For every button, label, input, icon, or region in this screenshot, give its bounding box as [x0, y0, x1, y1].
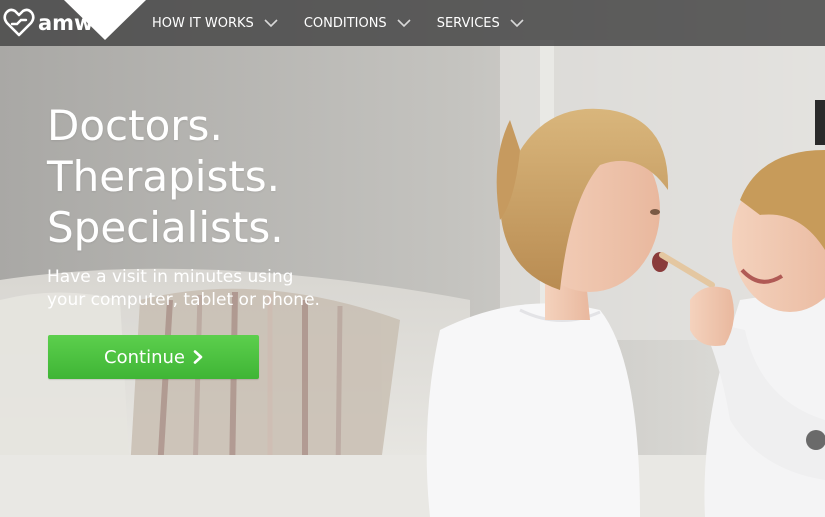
headline-line-specialists: Specialists. [47, 203, 284, 252]
continue-button-label: Continue [104, 346, 185, 368]
nav-item-label: SERVICES [436, 15, 500, 31]
hero-background [0, 0, 825, 517]
chevron-right-icon [193, 350, 203, 364]
continue-button[interactable]: Continue [48, 335, 259, 379]
hero-headline: Doctors. Therapists. Specialists. [47, 100, 284, 253]
chevron-down-icon [264, 18, 278, 27]
main-nav: HOW IT WORKS CONDITIONS SERVICES [152, 0, 550, 46]
chevron-down-icon [510, 18, 524, 27]
heart-logo-icon [3, 8, 35, 37]
nav-item-conditions[interactable]: CONDITIONS [304, 16, 411, 31]
nav-item-services[interactable]: SERVICES [437, 16, 524, 31]
subhead-line-2: your computer, tablet or phone. [47, 290, 320, 310]
headline-line-therapists: Therapists. [47, 152, 281, 201]
logo-notch-decoration [64, 0, 146, 40]
chevron-down-icon [397, 18, 411, 27]
nav-item-label: CONDITIONS [303, 15, 387, 31]
page: amw HOW IT WORKS CONDITIONS SERVICES Doc… [0, 0, 825, 517]
hero-subhead: Have a visit in minutes using your compu… [47, 266, 377, 312]
nav-item-label: HOW IT WORKS [152, 15, 254, 31]
hero-photo [0, 0, 825, 517]
nav-item-how-it-works[interactable]: HOW IT WORKS [152, 16, 278, 31]
subhead-line-1: Have a visit in minutes using [47, 267, 294, 287]
headline-line-doctors: Doctors. [47, 101, 223, 150]
